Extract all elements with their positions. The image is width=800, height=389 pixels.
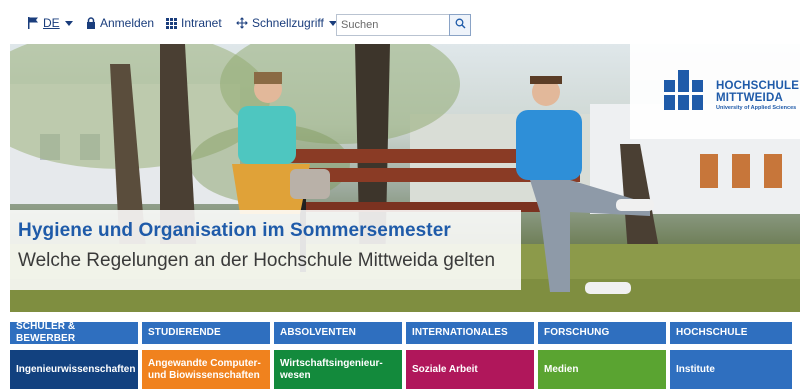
faculty-navigation: Ingenieurwissenschaften Angewandte Compu… (10, 350, 800, 389)
faculty-wirtschaftsingenieurwesen[interactable]: Wirtschaftsingenieur-wesen (274, 350, 402, 389)
search-button[interactable] (449, 14, 471, 36)
search-icon (455, 16, 466, 34)
move-arrows-icon (236, 17, 248, 29)
faculty-institute[interactable]: Institute (670, 350, 792, 389)
intranet-link[interactable]: Intranet (166, 14, 222, 32)
nav-hochschule[interactable]: HOCHSCHULE (670, 322, 792, 344)
nav-schueler-bewerber[interactable]: SCHÜLER & BEWERBER (10, 321, 138, 344)
nav-forschung[interactable]: FORSCHUNG (538, 322, 666, 344)
logo-wordmark: HOCHSCHULE MITTWEIDA (716, 80, 799, 104)
faculty-soziale-arbeit[interactable]: Soziale Arbeit (406, 350, 534, 389)
login-label: Anmelden (100, 16, 155, 30)
flag-icon (28, 17, 39, 29)
grid-icon (166, 17, 177, 29)
intranet-label: Intranet (181, 16, 222, 30)
audience-navigation: SCHÜLER & BEWERBER STUDIERENDE ABSOLVENT… (10, 321, 800, 344)
faculty-computer-biowissenschaften[interactable]: Angewandte Computer- und Biowissenschaft… (142, 350, 270, 389)
logo-line-2: MITTWEIDA (716, 92, 783, 104)
hero-banner[interactable]: HOCHSCHULE MITTWEIDA University of Appli… (10, 44, 800, 312)
lock-icon (86, 17, 96, 29)
logo-mark-icon (664, 70, 703, 110)
logo-line-1: HOCHSCHULE (716, 80, 800, 92)
nav-studierende[interactable]: STUDIERENDE (142, 322, 270, 344)
quickaccess-menu[interactable]: Schnellzugriff (236, 14, 337, 32)
nav-internationales[interactable]: INTERNATIONALES (406, 322, 534, 344)
chevron-down-icon (64, 20, 73, 26)
login-link[interactable]: Anmelden (86, 14, 154, 32)
hero-subtitle: Welche Regelungen an der Hochschule Mitt… (18, 250, 496, 271)
quickaccess-label: Schnellzugriff (252, 16, 324, 30)
language-label: DE (43, 16, 60, 30)
faculty-medien[interactable]: Medien (538, 350, 666, 389)
language-selector[interactable]: DE (28, 14, 73, 32)
nav-absolventen[interactable]: ABSOLVENTEN (274, 322, 402, 344)
search-form (336, 14, 471, 36)
search-input[interactable] (336, 14, 449, 36)
hero-caption[interactable]: Hygiene und Organisation im Sommersemest… (10, 210, 521, 290)
top-utility-bar: DE Anmelden Intranet Schnellzugriff (0, 0, 800, 44)
faculty-ingenieurwissenschaften[interactable]: Ingenieurwissenschaften (10, 350, 138, 389)
logo-tagline: University of Applied Sciences (716, 105, 797, 111)
hero-title: Hygiene und Organisation im Sommersemest… (18, 220, 451, 241)
university-logo[interactable]: HOCHSCHULE MITTWEIDA University of Appli… (630, 44, 800, 139)
